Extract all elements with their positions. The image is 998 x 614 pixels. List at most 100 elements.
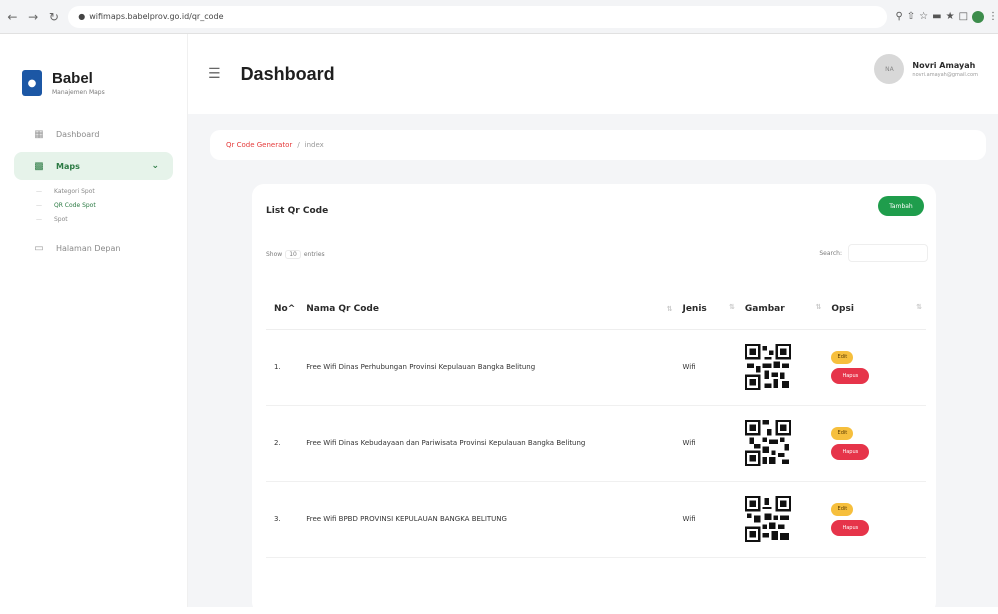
sidebar-item-maps[interactable]: ▩ Maps ⌄ [14, 152, 173, 180]
entries-label: entries [303, 251, 325, 258]
chevron-down-icon: ⌄ [151, 161, 159, 171]
table-row: 2. Free Wifi Dinas Kebudayaan dan Pariwi… [266, 405, 926, 482]
edit-button[interactable]: Edit [831, 350, 854, 364]
sidebar-menu: ▦ Dashboard ▩ Maps ⌄ — Kategori Spot — Q… [0, 114, 187, 262]
page-title: Dashboard [240, 63, 335, 84]
breadcrumb-link[interactable]: Qr Code Generator [226, 141, 292, 149]
header-nama[interactable]: Nama Qr Code ⇅ [302, 289, 677, 330]
show-label: Show [266, 251, 283, 258]
user-menu[interactable]: NA Novri Amayah novri.amayah@gmail.com [874, 54, 978, 84]
qr-code-image[interactable] [744, 344, 791, 390]
main-content: Qr Code Generator / index List Qr Code T… [188, 114, 998, 614]
user-email: novri.amayah@gmail.com [912, 71, 978, 78]
profile-icon[interactable] [972, 10, 985, 23]
cell-name: Free Wifi Dinas Kebudayaan dan Pariwisat… [302, 405, 677, 482]
pin-icon[interactable]: ★ [946, 11, 955, 22]
cell-opsi: Edit Hapus [825, 405, 926, 482]
menu-icon[interactable]: ⋮ [988, 11, 998, 22]
qr-code-image[interactable] [744, 420, 791, 466]
dash-icon: — [36, 187, 42, 195]
search-label: Search: [819, 249, 842, 257]
add-button[interactable]: Tambah [878, 196, 924, 216]
header-opsi[interactable]: Opsi ⇅ [825, 289, 926, 330]
cell-jenis: Wifi [676, 329, 739, 406]
search-input[interactable] [848, 244, 928, 262]
qr-list-card: List Qr Code Tambah Show 10 entries Sear… [252, 184, 936, 614]
cell-opsi: Edit Hapus [825, 329, 926, 406]
brand-title: Babel [52, 70, 93, 87]
qr-table: No^ Nama Qr Code ⇅ Jenis ⇅ Gambar ⇅ Opsi ⇅ 1… [266, 289, 926, 558]
table-header-row: No^ Nama Qr Code ⇅ Jenis ⇅ Gambar ⇅ Opsi ⇅ [266, 289, 926, 330]
zoom-icon[interactable]: ⚲ [895, 11, 902, 22]
forward-icon[interactable]: → [25, 8, 42, 26]
reload-icon[interactable]: ↻ [46, 8, 63, 26]
entries-select[interactable]: 10 [285, 250, 301, 259]
hamburger-icon[interactable]: ☰ [208, 66, 221, 82]
header-jenis[interactable]: Jenis ⇅ [676, 289, 739, 330]
cell-name: Free Wifi BPBD PROVINSI KEPULAUAN BANGKA… [302, 481, 677, 558]
submenu-item-label: Spot [54, 215, 68, 223]
breadcrumb-current: index [304, 141, 324, 149]
cell-gambar [738, 405, 826, 482]
map-icon: ▩ [34, 160, 44, 172]
maps-submenu: — Kategori Spot — QR Code Spot — Spot [14, 184, 173, 226]
monitor-icon: ▭ [34, 242, 44, 254]
table-row: 1. Free Wifi Dinas Perhubungan Provinsi … [266, 329, 926, 406]
brand-subtitle: Manajemen Maps [52, 89, 105, 96]
star-icon[interactable]: ☆ [919, 11, 928, 22]
sidebar-item-label: Dashboard [56, 129, 100, 139]
header-gambar[interactable]: Gambar ⇅ [738, 289, 826, 330]
window-icon[interactable]: □ [959, 11, 968, 22]
topbar: ☰ Dashboard NA Novri Amayah novri.amayah… [188, 34, 998, 114]
cell-opsi: Edit Hapus [825, 481, 926, 558]
browser-toolbar: ← → ↻ ● wifimaps.babelprov.go.id/qr_code… [0, 0, 998, 34]
sidebar: ● Babel Manajemen Maps ▦ Dashboard ▩ Map… [0, 34, 188, 607]
header-no[interactable]: No^ [266, 289, 303, 330]
cell-jenis: Wifi [676, 405, 739, 482]
edit-button[interactable]: Edit [831, 426, 854, 440]
submenu-item-label: Kategori Spot [54, 187, 95, 195]
address-url: wifimaps.babelprov.go.id/qr_code [89, 12, 224, 21]
dash-icon: — [36, 201, 42, 209]
share-icon[interactable]: ⇧ [907, 11, 915, 22]
submenu-item-spot[interactable]: — Spot [36, 212, 173, 226]
sidebar-item-label: Halaman Depan [56, 243, 121, 253]
table-search: Search: [819, 244, 928, 262]
sort-icon: ⇅ [666, 305, 673, 313]
back-icon[interactable]: ← [4, 8, 21, 26]
submenu-item-qr-code-spot[interactable]: — QR Code Spot [36, 198, 173, 212]
grid-icon: ▦ [34, 128, 44, 140]
delete-button[interactable]: Hapus [831, 519, 870, 536]
submenu-item-label: QR Code Spot [54, 201, 96, 209]
avatar: NA [874, 54, 905, 84]
edit-button[interactable]: Edit [831, 502, 854, 516]
delete-button[interactable]: Hapus [831, 367, 870, 384]
cell-no: 2. [266, 405, 303, 482]
user-name: Novri Amayah [912, 60, 976, 70]
sidebar-item-label: Maps [56, 161, 80, 171]
sort-icon: ⇅ [728, 303, 735, 311]
sort-icon: ⇅ [815, 303, 822, 311]
delete-button[interactable]: Hapus [831, 443, 870, 460]
cell-no: 1. [266, 329, 303, 406]
qr-code-image[interactable] [744, 496, 791, 542]
dash-icon: — [36, 215, 42, 223]
lock-icon: ● [78, 12, 86, 21]
show-entries: Show 10 entries [266, 250, 325, 259]
cell-name: Free Wifi Dinas Perhubungan Provinsi Kep… [302, 329, 677, 406]
breadcrumb: Qr Code Generator / index [210, 130, 986, 160]
extensions-icon[interactable]: ▬ [932, 11, 941, 22]
card-title: List Qr Code [266, 206, 329, 216]
breadcrumb-separator: / [297, 141, 300, 149]
table-row: 3. Free Wifi BPBD PROVINSI KEPULAUAN BAN… [266, 481, 926, 558]
cell-jenis: Wifi [676, 481, 739, 558]
sort-icon: ⇅ [916, 303, 922, 311]
logo-icon: ● [22, 70, 42, 96]
sidebar-item-dashboard[interactable]: ▦ Dashboard [14, 120, 173, 148]
brand[interactable]: ● Babel Manajemen Maps [0, 34, 187, 114]
address-bar[interactable]: ● wifimaps.babelprov.go.id/qr_code [68, 5, 888, 28]
submenu-item-kategori-spot[interactable]: — Kategori Spot [36, 184, 173, 198]
cell-gambar [738, 481, 826, 558]
sidebar-item-halaman-depan[interactable]: ▭ Halaman Depan [14, 234, 173, 262]
cell-gambar [738, 329, 826, 406]
